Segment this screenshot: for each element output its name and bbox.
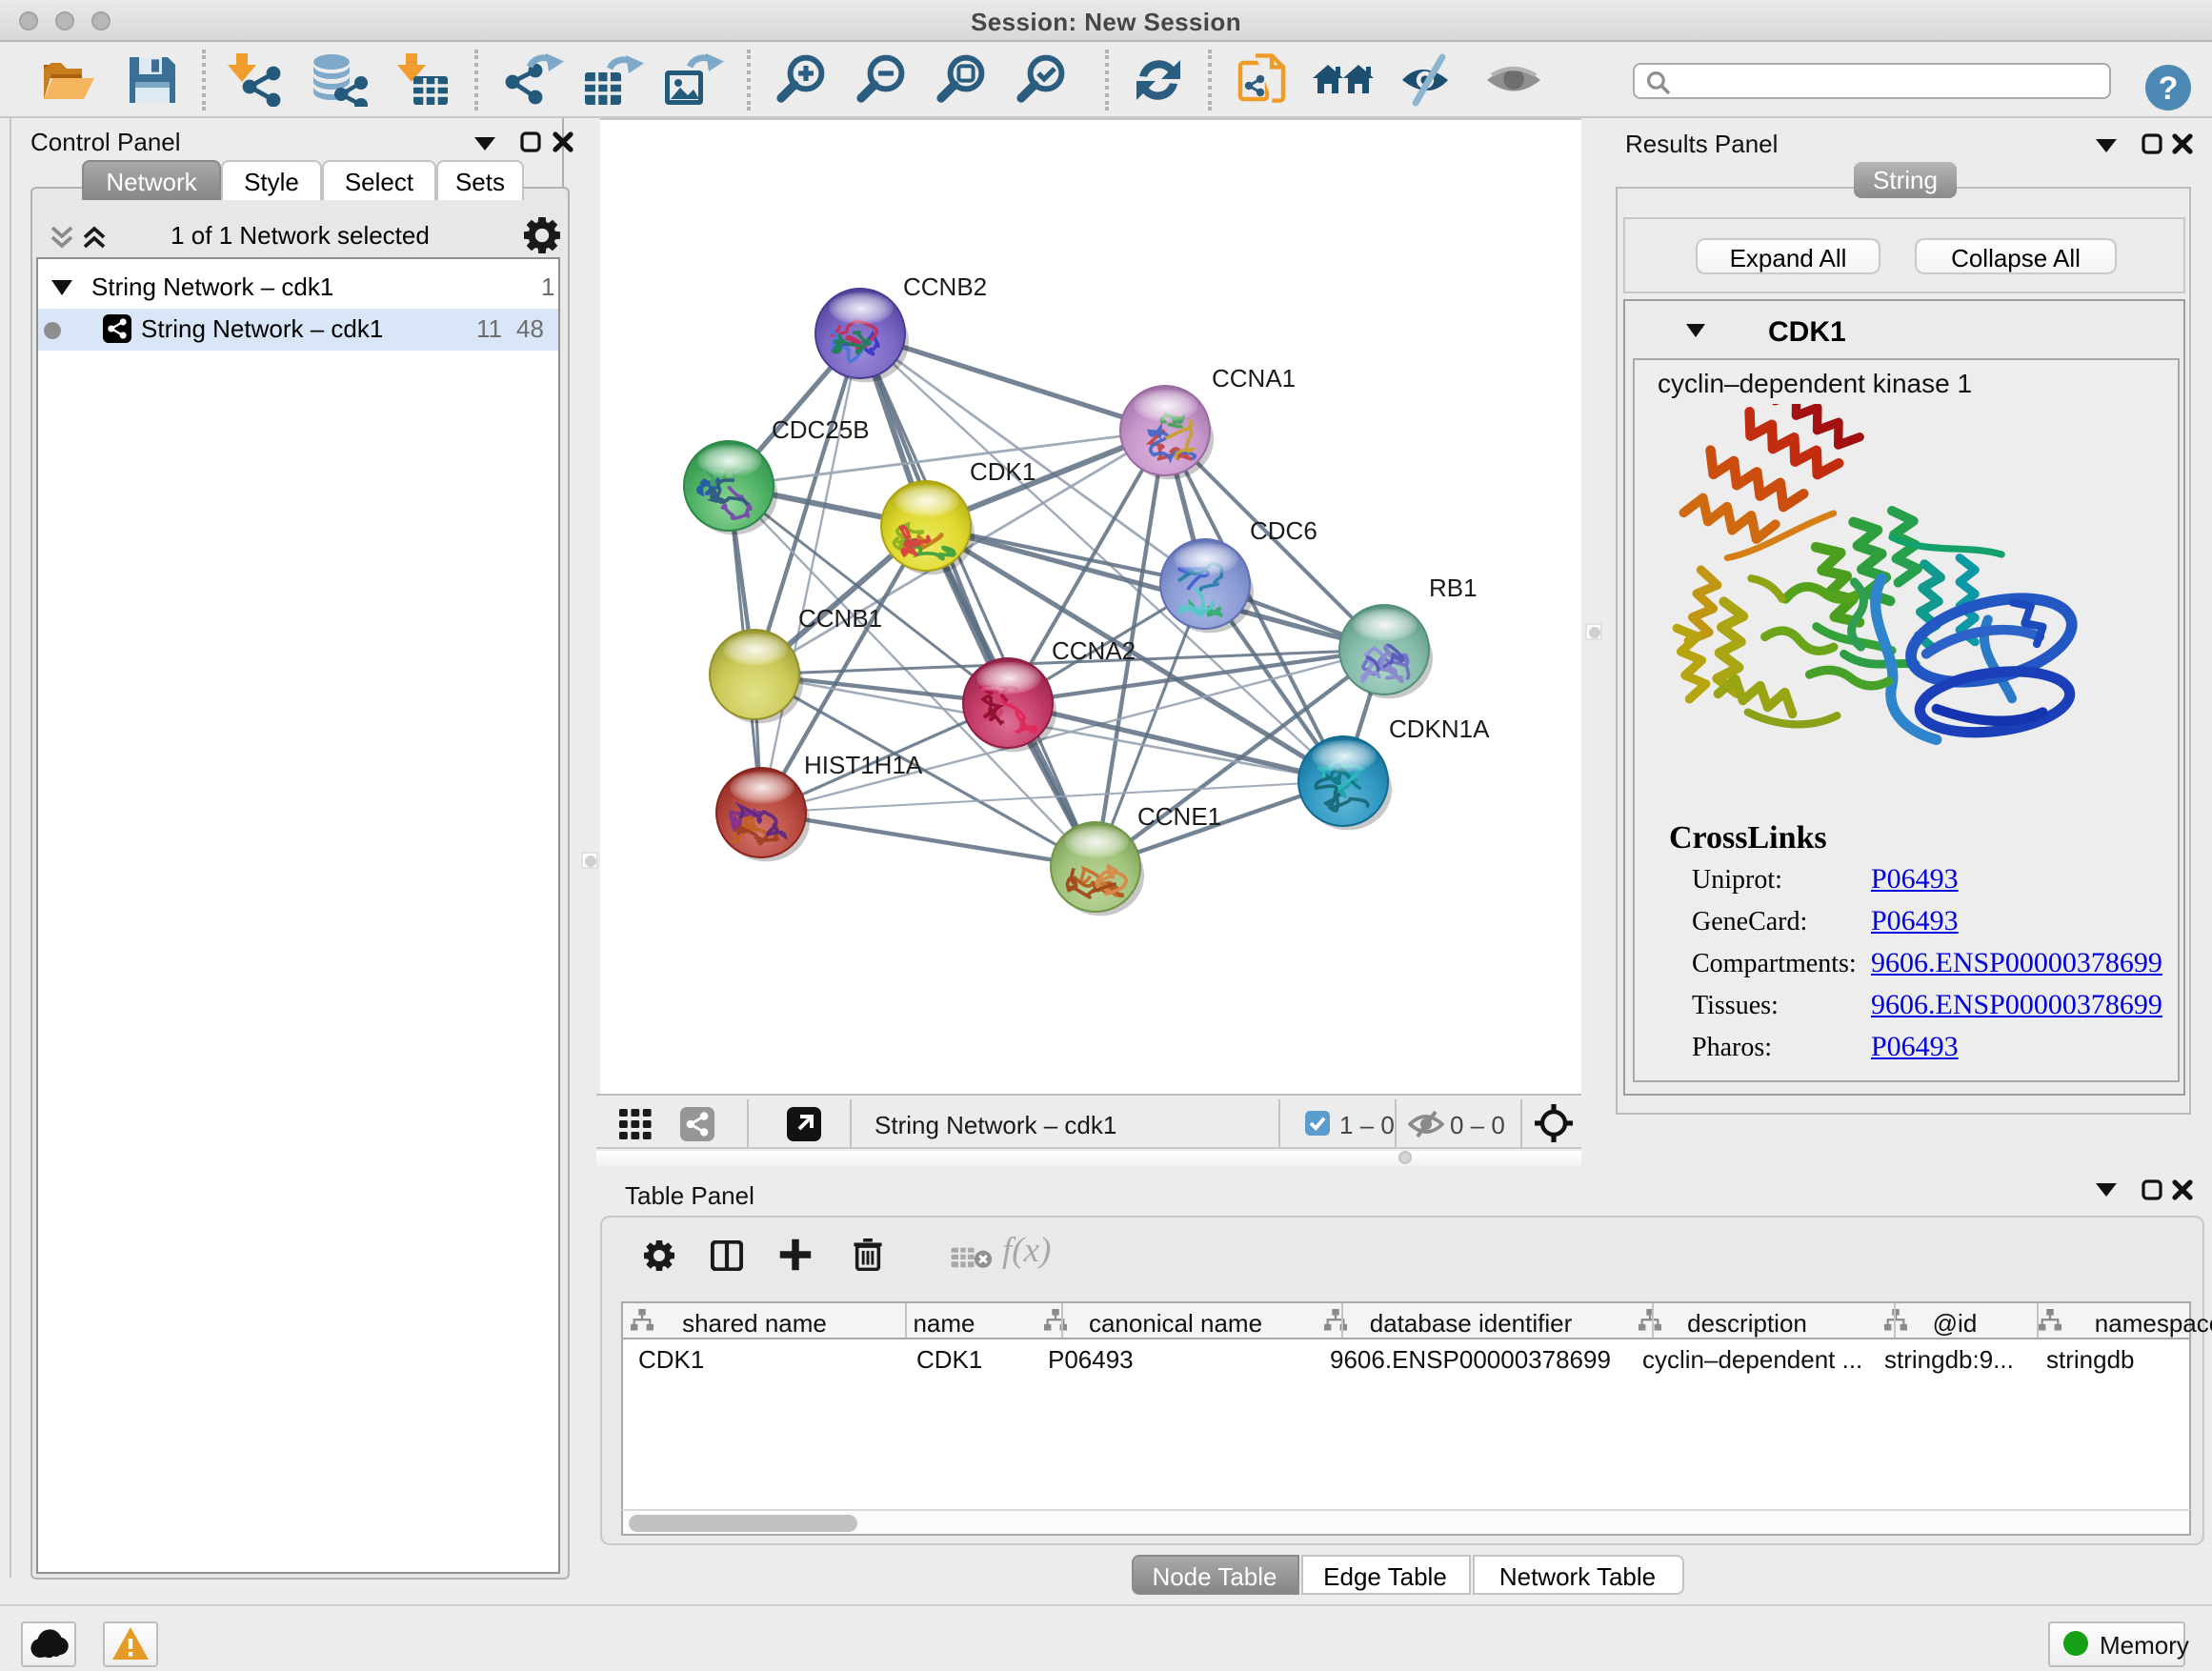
svg-text:CCNA1: CCNA1: [1212, 364, 1296, 393]
svg-text:CCNE1: CCNE1: [1137, 802, 1221, 831]
svg-text:CCNB1: CCNB1: [798, 604, 882, 633]
svg-text:CCNA2: CCNA2: [1052, 636, 1136, 665]
svg-text:CDKN1A: CDKN1A: [1389, 715, 1490, 743]
svg-text:CDK1: CDK1: [970, 457, 1036, 486]
svg-text:RB1: RB1: [1429, 574, 1478, 602]
svg-text:?: ?: [2159, 70, 2179, 107]
svg-text:HIST1H1A: HIST1H1A: [804, 751, 923, 779]
svg-text:CDC6: CDC6: [1250, 516, 1317, 545]
svg-text:CDC25B: CDC25B: [772, 415, 870, 444]
svg-text:CCNB2: CCNB2: [903, 272, 987, 301]
